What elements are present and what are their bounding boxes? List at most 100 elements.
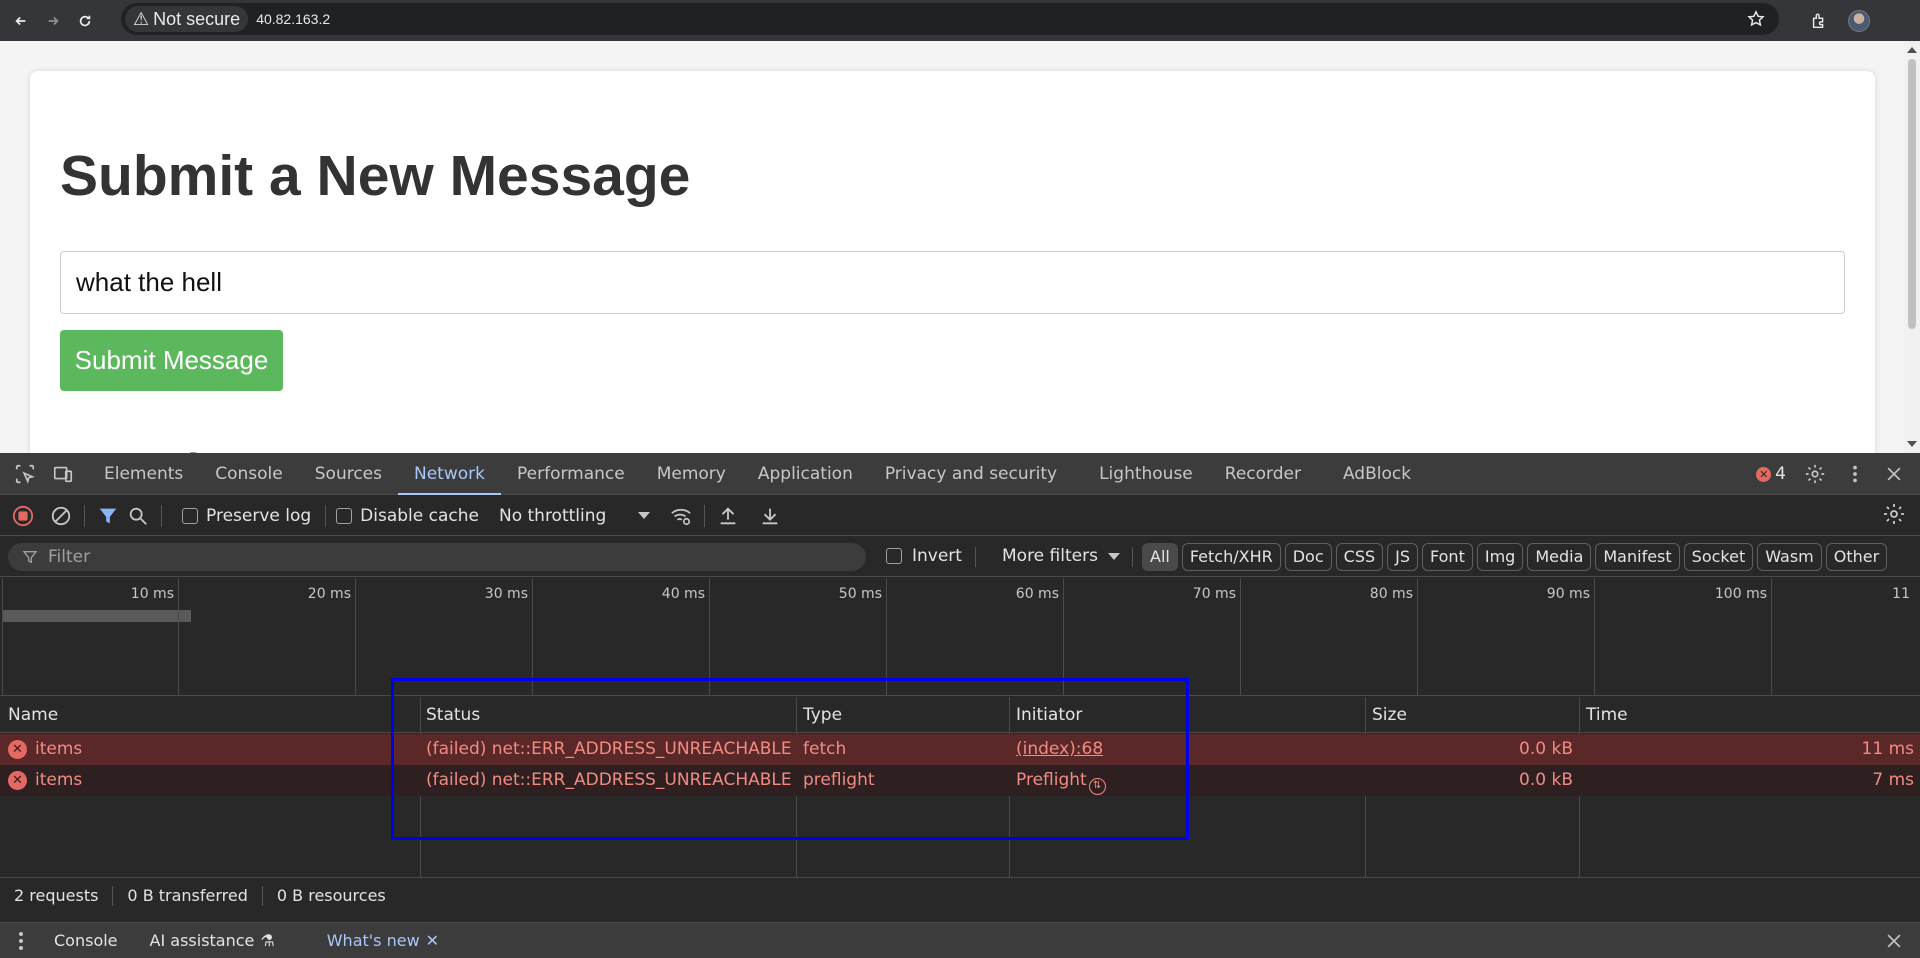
import-har-button[interactable] bbox=[713, 501, 743, 531]
export-har-button[interactable] bbox=[755, 501, 785, 531]
checkbox-box[interactable] bbox=[886, 548, 902, 564]
avatar[interactable] bbox=[1848, 9, 1870, 32]
more-filters-label: More filters bbox=[1002, 546, 1098, 566]
toolbar-divider bbox=[325, 504, 327, 527]
close-tab-icon[interactable]: ✕ bbox=[426, 931, 439, 950]
drawer-tab-console[interactable]: Console bbox=[38, 931, 134, 950]
chevron-down-icon bbox=[638, 512, 651, 519]
extensions-icon[interactable] bbox=[1810, 12, 1828, 30]
device-toolbar-button[interactable] bbox=[50, 461, 76, 487]
arrow-right-icon bbox=[48, 16, 59, 25]
scroll-down-icon[interactable] bbox=[1907, 441, 1917, 447]
more-vertical-icon bbox=[19, 931, 23, 950]
tab-application[interactable]: Application bbox=[742, 453, 869, 495]
tab-adblock[interactable]: AdBlock bbox=[1327, 453, 1427, 495]
drawer-tab-whats-new[interactable]: What's new ✕ bbox=[311, 931, 455, 950]
timeline-tick-label: 11 bbox=[1892, 586, 1910, 602]
forward-button[interactable] bbox=[42, 10, 64, 32]
filter-chip-js[interactable]: JS bbox=[1387, 543, 1418, 571]
checkbox-box[interactable] bbox=[182, 507, 198, 524]
submit-message-button[interactable]: Submit Message bbox=[60, 330, 283, 391]
toolbar-right bbox=[1810, 0, 1920, 41]
drawer-tab-ai-assistance[interactable]: AI assistance ⚗ bbox=[134, 931, 291, 950]
preserve-log-checkbox[interactable]: Preserve log bbox=[182, 506, 311, 526]
devtools-tabbar: Elements Console Sources Network Perform… bbox=[0, 453, 1920, 495]
network-conditions-button[interactable] bbox=[666, 501, 696, 531]
tab-memory[interactable]: Memory bbox=[641, 453, 742, 495]
disable-cache-label: Disable cache bbox=[360, 505, 479, 526]
filter-chip-img[interactable]: Img bbox=[1476, 543, 1524, 571]
preserve-log-label: Preserve log bbox=[206, 505, 312, 526]
error-icon: ✕ bbox=[8, 771, 27, 790]
filter-toggle-button[interactable] bbox=[93, 501, 123, 531]
address-bar[interactable]: ⚠ Not secure 40.82.163.2 bbox=[121, 3, 1779, 35]
clear-button[interactable] bbox=[46, 501, 76, 531]
warning-icon: ⚠ bbox=[133, 8, 150, 29]
filter-chip-css[interactable]: CSS bbox=[1335, 543, 1384, 571]
request-size: 0.0 kB bbox=[1519, 739, 1573, 759]
error-counter[interactable]: ✕ 4 bbox=[1756, 464, 1786, 484]
tab-lighthouse[interactable]: Lighthouse bbox=[1083, 453, 1209, 495]
tab-elements[interactable]: Elements bbox=[88, 453, 199, 495]
filter-chip-all[interactable]: All bbox=[1142, 543, 1178, 571]
more-vertical-icon[interactable] bbox=[1844, 463, 1866, 485]
column-header-time[interactable]: Time bbox=[1586, 705, 1628, 725]
invert-label: Invert bbox=[912, 546, 962, 566]
flask-icon: ⚗ bbox=[260, 931, 275, 950]
inspect-element-button[interactable] bbox=[12, 461, 38, 487]
column-header-name[interactable]: Name bbox=[8, 705, 58, 725]
filter-divider bbox=[975, 547, 976, 567]
search-button[interactable] bbox=[123, 501, 153, 531]
drawer-tab-label: What's new bbox=[326, 931, 420, 950]
close-drawer-icon[interactable] bbox=[1884, 931, 1904, 951]
browser-toolbar: ⚠ Not secure 40.82.163.2 bbox=[0, 0, 1920, 41]
stop-recording-button[interactable] bbox=[8, 501, 38, 531]
request-count: 2 requests bbox=[14, 886, 99, 905]
tab-recorder[interactable]: Recorder bbox=[1209, 453, 1317, 495]
drawer-menu-button[interactable] bbox=[0, 931, 38, 951]
filter-chip-wasm[interactable]: Wasm bbox=[1757, 543, 1822, 571]
network-settings-button[interactable] bbox=[1882, 502, 1906, 531]
timeline-tick-label: 40 ms bbox=[661, 586, 705, 602]
filter-chip-media[interactable]: Media bbox=[1527, 543, 1592, 571]
more-filters-dropdown[interactable]: More filters bbox=[1002, 546, 1120, 566]
filter-chip-doc[interactable]: Doc bbox=[1284, 543, 1332, 571]
message-input[interactable] bbox=[60, 251, 1845, 314]
close-devtools-icon[interactable] bbox=[1884, 464, 1904, 484]
star-icon[interactable] bbox=[1747, 10, 1765, 28]
settings-gear-icon[interactable] bbox=[1804, 463, 1826, 485]
chevron-down-icon bbox=[1107, 552, 1120, 560]
invert-checkbox[interactable]: Invert bbox=[886, 546, 962, 566]
checkbox-box[interactable] bbox=[336, 507, 353, 524]
filter-chip-font[interactable]: Font bbox=[1422, 543, 1473, 571]
disable-cache-checkbox[interactable]: Disable cache bbox=[336, 506, 479, 526]
devtools-tabbar-right: ✕ 4 bbox=[1756, 453, 1904, 495]
filter-chip-other[interactable]: Other bbox=[1825, 543, 1888, 571]
security-label: Not secure bbox=[153, 8, 241, 29]
page-viewport: Submit a New Message Submit Message Stor… bbox=[0, 41, 1904, 453]
filter-chip-socket[interactable]: Socket bbox=[1683, 543, 1754, 571]
error-icon: ✕ bbox=[8, 740, 27, 759]
timeline-tick-label: 50 ms bbox=[838, 586, 882, 602]
tab-privacy-security[interactable]: Privacy and security bbox=[869, 453, 1073, 495]
network-toolbar: Preserve log Disable cache No throttling bbox=[0, 496, 1920, 536]
filter-input[interactable]: Filter bbox=[8, 543, 866, 571]
back-button[interactable] bbox=[10, 10, 32, 32]
security-chip[interactable]: ⚠ Not secure bbox=[125, 6, 249, 32]
filter-chip-fetch-xhr[interactable]: Fetch/XHR bbox=[1181, 543, 1281, 571]
scroll-up-icon[interactable] bbox=[1907, 47, 1917, 53]
column-header-size[interactable]: Size bbox=[1372, 705, 1407, 725]
content-card: Submit a New Message Submit Message Stor… bbox=[30, 71, 1875, 453]
page-scrollbar[interactable] bbox=[1904, 41, 1920, 453]
throttling-select[interactable]: No throttling bbox=[499, 506, 651, 526]
search-icon bbox=[129, 507, 147, 525]
tab-performance[interactable]: Performance bbox=[501, 453, 641, 495]
tab-sources[interactable]: Sources bbox=[299, 453, 398, 495]
filter-funnel-icon bbox=[22, 551, 38, 564]
filter-chip-manifest[interactable]: Manifest bbox=[1595, 543, 1680, 571]
timeline-gridline bbox=[355, 578, 356, 696]
tab-network[interactable]: Network bbox=[398, 453, 501, 495]
tab-console[interactable]: Console bbox=[199, 453, 299, 495]
reload-button[interactable] bbox=[74, 10, 96, 32]
scroll-thumb[interactable] bbox=[1908, 59, 1916, 329]
